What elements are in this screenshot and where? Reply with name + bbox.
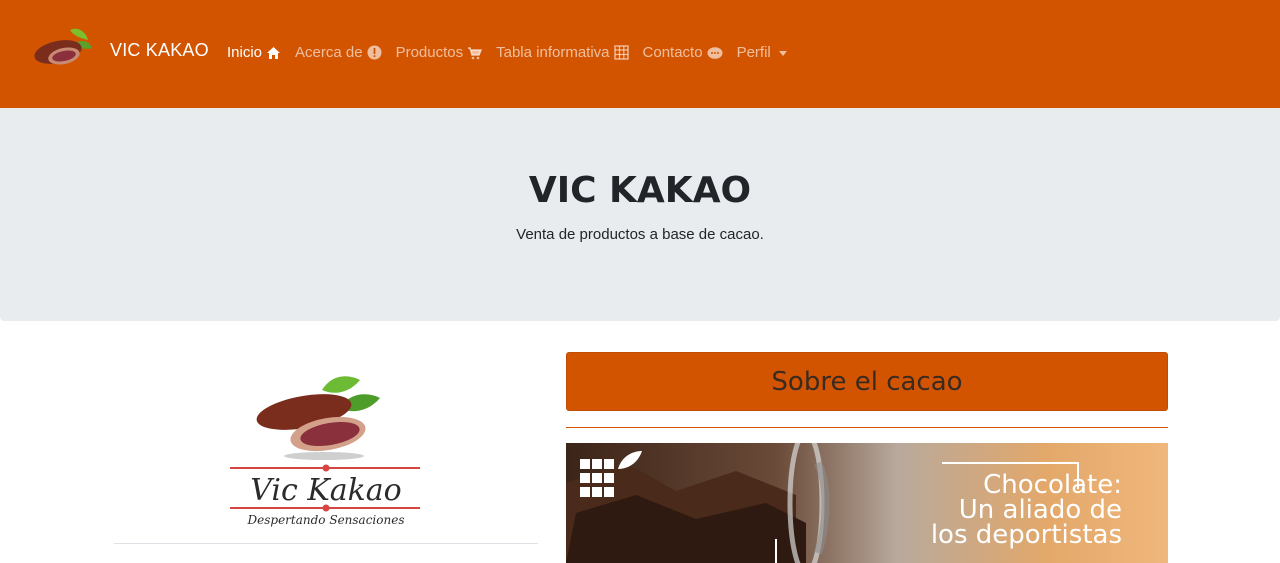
logo-tagline: Despertando Sensaciones: [247, 513, 405, 527]
nav-item-contacto[interactable]: Contacto: [643, 44, 723, 61]
navbar: VIC KAKAO Inicio Acerca de Productos Tab…: [0, 0, 1280, 108]
nav-item-label: Acerca de: [295, 44, 363, 61]
logo-name: Vic Kakao: [250, 473, 402, 508]
home-icon: [267, 46, 281, 59]
nav-item-productos[interactable]: Productos: [396, 44, 483, 61]
section-title: Sobre el cacao: [771, 366, 963, 397]
banner-headline: Chocolate: Un aliado de los deportistas: [930, 472, 1122, 550]
chocolate-banner-image[interactable]: Chocolate: Un aliado de los deportistas: [566, 443, 1168, 563]
section-header: Sobre el cacao: [566, 352, 1168, 411]
nav-item-tabla[interactable]: Tabla informativa: [496, 44, 629, 61]
nav-item-perfil[interactable]: Perfil: [737, 44, 787, 61]
nav-item-label: Productos: [395, 44, 464, 61]
table-icon: [613, 45, 629, 60]
nav-item-label: Inicio: [227, 44, 263, 61]
banner-line: los deportistas: [930, 520, 1122, 550]
main-nav: Inicio Acerca de Productos Tabla informa…: [227, 44, 787, 61]
divider: [114, 543, 538, 544]
hero-title: VIC KAKAO: [528, 170, 752, 211]
info-icon: [367, 45, 382, 60]
nav-item-acerca[interactable]: Acerca de: [295, 44, 382, 61]
nav-item-inicio[interactable]: Inicio: [227, 44, 281, 61]
chat-icon: [707, 46, 723, 59]
nav-item-label: Contacto: [642, 44, 703, 61]
nav-item-label: Tabla informativa: [496, 44, 610, 61]
hero-jumbotron: VIC KAKAO Venta de productos a base de c…: [0, 108, 1280, 321]
brand-logo-icon[interactable]: [30, 22, 94, 74]
brand-name[interactable]: VIC KAKAO: [110, 40, 209, 61]
nav-item-label: Perfil: [736, 44, 771, 61]
vic-kakao-logo: Vic Kakao Despertando Sensaciones: [114, 352, 538, 544]
cart-icon: [468, 46, 483, 59]
caret-down-icon: [778, 51, 787, 56]
section-divider: [566, 427, 1168, 428]
hero-subtitle: Venta de productos a base de cacao.: [516, 226, 764, 243]
